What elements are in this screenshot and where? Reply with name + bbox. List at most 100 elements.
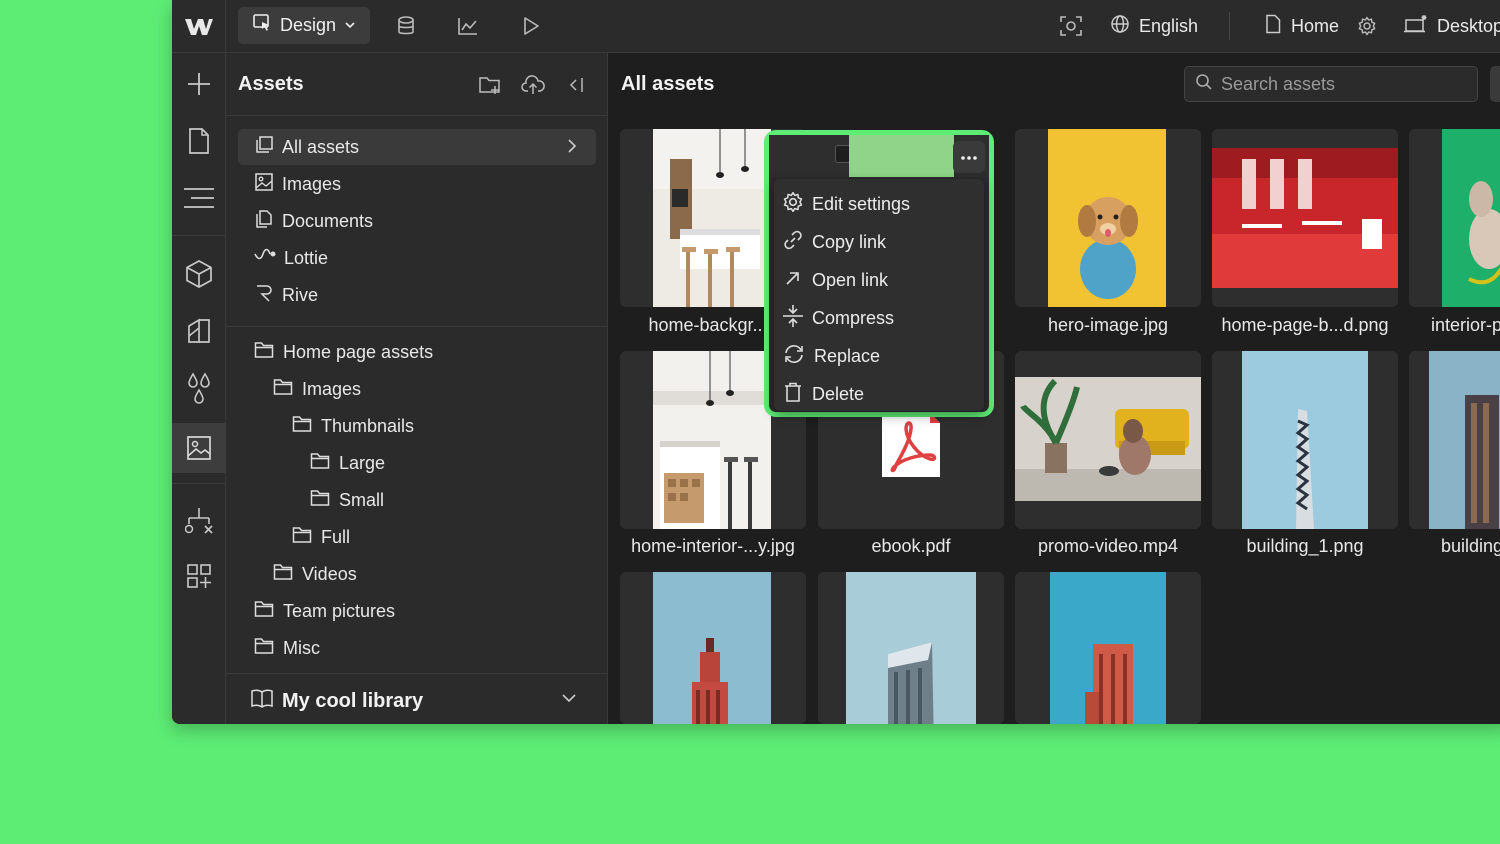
apps-icon[interactable] — [172, 553, 226, 599]
folder-large[interactable]: Large — [310, 448, 385, 478]
filter-button[interactable] — [1490, 66, 1500, 102]
focus-icon[interactable] — [1058, 13, 1084, 39]
folder-team-pictures[interactable]: Team pictures — [254, 596, 395, 626]
asset-card[interactable] — [1015, 572, 1201, 724]
folder-label: Thumbnails — [321, 415, 415, 436]
folder-icon — [273, 378, 293, 401]
menu-item-copy-link[interactable]: Copy link — [782, 225, 978, 259]
menu-item-label: Replace — [814, 345, 881, 366]
new-folder-icon[interactable] — [477, 72, 503, 98]
variables-icon[interactable] — [172, 365, 226, 411]
folder-label: Misc — [283, 637, 320, 658]
folder-label: Home page assets — [283, 341, 434, 362]
asset-card[interactable] — [1409, 129, 1500, 307]
folder-icon — [273, 563, 293, 586]
search-box[interactable] — [1184, 66, 1478, 102]
style-guide-icon[interactable] — [172, 308, 226, 354]
book-icon — [250, 687, 274, 715]
asset-thumbnail — [1429, 351, 1500, 529]
nav-documents[interactable]: Documents — [238, 203, 596, 239]
nav-rive[interactable]: Rive — [238, 277, 596, 313]
asset-thumbnail — [846, 572, 976, 724]
language-selector[interactable]: English — [1110, 13, 1198, 39]
folder-videos[interactable]: Videos — [273, 559, 357, 589]
asset-name: home-interior-...y.jpg — [631, 536, 795, 556]
asset-thumbnail — [1242, 351, 1368, 529]
nav-lottie[interactable]: Lottie — [238, 240, 596, 276]
webflow-logo[interactable] — [172, 0, 226, 53]
nav-images[interactable]: Images — [238, 166, 596, 202]
divider — [1229, 12, 1230, 40]
collapse-panel-icon[interactable] — [564, 72, 590, 98]
folder-misc[interactable]: Misc — [254, 633, 320, 663]
folder-icon — [310, 489, 330, 512]
chevron-down-icon[interactable] — [561, 691, 577, 709]
gear-icon[interactable] — [1354, 13, 1380, 39]
asset-name: ebook.pdf — [871, 536, 951, 556]
asset-card[interactable] — [1212, 351, 1398, 529]
upload-icon[interactable] — [520, 72, 546, 98]
assets-grid-area: All assets Search assets home-backgr...e… — [608, 53, 1500, 724]
menu-item-replace[interactable]: Replace — [782, 339, 978, 373]
menu-item-delete[interactable]: Delete — [782, 377, 978, 411]
menu-item-open-link[interactable]: Open link — [782, 263, 978, 297]
arrow-up-right-icon — [782, 267, 804, 294]
more-options-button[interactable] — [953, 141, 985, 173]
breakpoint-selector[interactable]: Desktop — [1404, 13, 1500, 39]
asset-card[interactable] — [1409, 351, 1500, 529]
asset-name: home-page-b...d.png — [1221, 315, 1389, 335]
chevron-down-icon — [344, 15, 356, 36]
folder-label: Videos — [302, 563, 357, 584]
logic-flow-icon[interactable] — [172, 498, 226, 544]
folder-thumbnails[interactable]: Thumbnails — [292, 411, 414, 441]
database-icon[interactable] — [393, 13, 419, 39]
page-selector[interactable]: Home — [1264, 13, 1339, 39]
nav-label: Rive — [282, 284, 319, 305]
link-icon — [782, 229, 804, 256]
design-mode-label: Design — [280, 15, 337, 35]
ellipsis-icon — [960, 148, 978, 166]
folder-icon — [254, 341, 274, 364]
play-preview-icon[interactable] — [518, 13, 544, 39]
asset-card[interactable] — [818, 572, 1004, 724]
divider — [172, 235, 226, 236]
nav-label: Documents — [282, 210, 374, 231]
menu-item-compress[interactable]: Compress — [782, 301, 978, 335]
folder-full[interactable]: Full — [292, 522, 350, 552]
components-icon[interactable] — [172, 251, 226, 297]
folder-icon — [292, 415, 312, 438]
menu-item-edit-settings[interactable]: Edit settings — [782, 187, 978, 221]
lottie-icon — [254, 246, 276, 271]
asset-card[interactable] — [1015, 351, 1201, 529]
design-mode-button[interactable]: Design — [238, 7, 370, 44]
language-label: English — [1139, 15, 1199, 36]
folder-images[interactable]: Images — [273, 374, 361, 404]
asset-card[interactable] — [1015, 129, 1201, 307]
library-label: My cool library — [282, 689, 424, 712]
panel-title: Assets — [238, 73, 304, 95]
library-section[interactable]: My cool library — [226, 673, 608, 724]
nav-all-assets[interactable]: All assets — [238, 129, 596, 165]
pages-icon[interactable] — [172, 118, 226, 164]
asset-context-menu-highlight: Edit settings Copy link Open link Compre… — [764, 130, 994, 417]
add-element-icon[interactable] — [172, 61, 226, 107]
image-icon — [254, 172, 274, 197]
folder-home-page-assets[interactable]: Home page assets — [254, 337, 433, 367]
breakpoint-label: Desktop — [1437, 15, 1500, 36]
navigator-icon[interactable] — [172, 175, 226, 221]
compress-icon — [782, 304, 804, 333]
asset-name: promo-video.mp4 — [1037, 536, 1179, 556]
asset-card[interactable] — [1212, 129, 1398, 307]
folder-small[interactable]: Small — [310, 485, 384, 515]
main-title: All assets — [621, 73, 715, 95]
folder-label: Small — [339, 489, 385, 510]
asset-card[interactable] — [620, 572, 806, 724]
desktop-breakpoint-icon — [1404, 14, 1428, 39]
folder-icon — [254, 600, 274, 623]
assets-icon[interactable] — [172, 423, 226, 473]
folder-label: Images — [302, 378, 362, 399]
all-assets-icon — [254, 135, 274, 160]
analytics-icon[interactable] — [455, 13, 481, 39]
search-input[interactable] — [1221, 73, 1471, 95]
menu-item-label: Compress — [812, 307, 895, 328]
